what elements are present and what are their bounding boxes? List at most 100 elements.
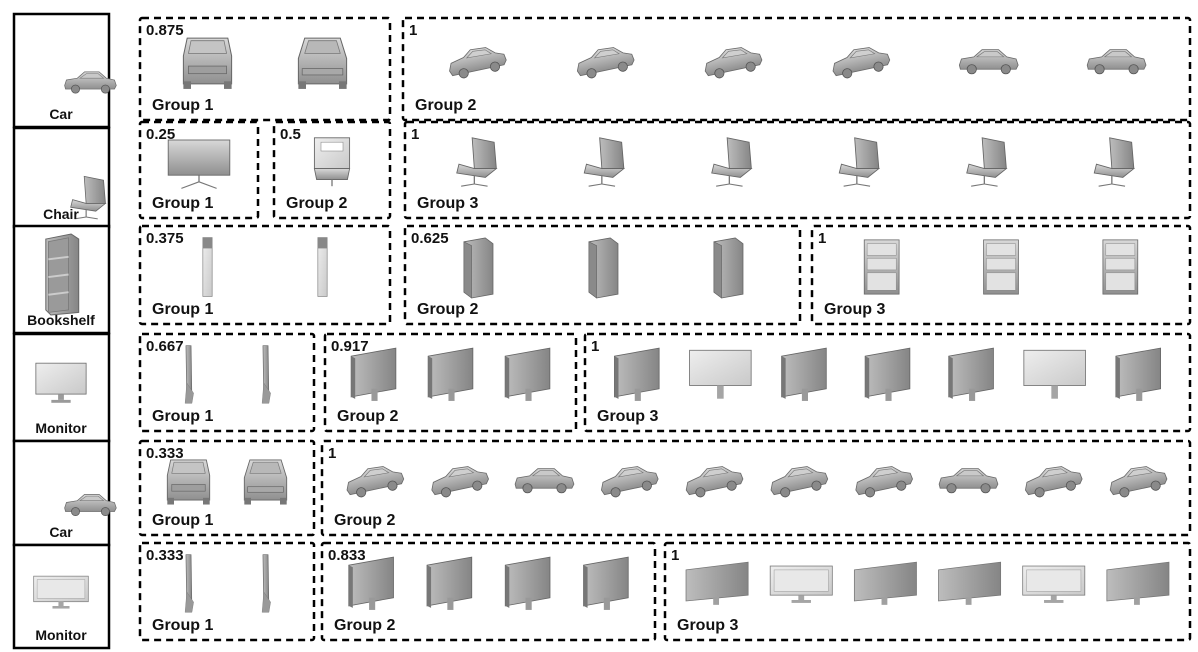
group-box: 1 Group 3 [810,224,1192,326]
group-box: 0.25Group 1 [138,120,260,220]
group-box: 0.5 Group 2 [272,120,392,220]
car-front-icon [182,37,233,90]
group-box: 1 Group 2 [401,16,1192,122]
chair-angle-icon [1093,137,1135,187]
group-box: 1 Group 3 [663,541,1192,642]
group-box: 0.875 Group 1 [138,16,392,122]
group-label: Group 2 [415,97,476,114]
group-label: Group 1 [152,97,213,114]
monitor-angle-icon [781,347,827,402]
monitor-front-icon [688,349,752,400]
shelf-front-icon [863,239,900,295]
car-side-angle-icon [597,461,661,501]
monitor-angle-icon [1115,347,1162,402]
car-side-angle-icon [682,461,746,501]
car-back-icon [243,459,288,506]
category-label: Monitor [35,627,87,643]
chair-back-icon [167,139,231,190]
monitor-angle-icon [864,347,911,402]
group-border [401,16,1192,122]
group-box: 0.625 Group 2 [403,224,802,326]
car-back-icon [297,37,348,90]
group-score: 0.917 [331,338,369,355]
group-box: 0.833 Group 2 [320,541,657,642]
car-side-icon [514,468,575,494]
group-score: 0.667 [146,338,184,355]
group-label: Group 1 [152,617,213,634]
category-label: Car [49,106,73,122]
row-2: Chair 0.25Group 1 0.5 Group 2 1 Group 3 [12,120,1192,229]
group-box: 0.333 Group 1 [138,439,316,537]
group-label: Group 1 [152,301,213,318]
monitor-edge-icon [261,344,272,405]
grouping-figure: Car0.875Group 11Group 2Chair0.25Group 10… [12,12,1192,650]
car-side-angle-icon [427,461,491,501]
group-label: Group 2 [334,617,395,634]
group-score: 1 [409,22,417,39]
bookshelf-icon [44,232,80,317]
category-label: Chair [43,206,79,222]
car-side-angle-icon [851,461,915,501]
monitor-wide-angle-icon [685,561,749,606]
car-side-icon [958,48,1019,75]
row-1: Car 0.875 Group 1 1 Group 2 [12,12,1192,129]
monitor-angle-icon [504,556,551,611]
group-box: 1 Group 2 [320,439,1192,537]
group-label: Group 3 [677,617,738,634]
row-4: Monitor 0.667 Group 1 0.917 Group 2 1 Group 3 [12,332,1192,443]
monitor-angle-icon [948,347,994,402]
monitor-wide-angle-icon [1106,561,1170,606]
shelf-back-icon [588,237,619,299]
group-label: Group 2 [337,408,398,425]
car-side-angle-icon [573,42,637,82]
group-score: 0.375 [146,230,184,247]
row-3: Bookshelf 0.375 Group 1 0.625 Group 2 1 Group … [12,224,1192,335]
group-box: 0.333 Group 1 [138,541,316,642]
category-label: Monitor [35,420,87,436]
monitor-wide-angle-icon [853,561,918,606]
monitor-angle-icon [582,556,629,611]
car-front-icon [166,459,211,506]
group-label: Group 2 [286,195,347,212]
group-score: 0.333 [146,547,184,564]
group-score: 1 [671,547,679,564]
group-score: 0.625 [411,230,449,247]
monitor-edge-icon [261,553,272,614]
shelf-front-icon [1102,239,1139,295]
group-label: Group 2 [417,301,478,318]
row-6: Monitor 0.333 Group 1 0.833 Group 2 1 Group 3 [12,541,1192,650]
chair-angle-icon [583,137,625,187]
group-score: 1 [591,338,599,355]
chair-angle-icon [966,137,1008,187]
group-box: 0.667 Group 1 [138,332,316,433]
row-5: Car 0.333 Group 1 1 Group 2 [12,439,1192,547]
shelf-edge-icon [202,236,213,298]
monitor-angle-icon [613,347,660,402]
group-score: 0.875 [146,22,184,39]
car-side-angle-icon [1106,461,1170,501]
group-score: 0.5 [280,126,301,143]
monitor-edge-icon [184,553,195,614]
car-side-icon [1086,48,1147,75]
group-score: 1 [328,445,336,462]
group-label: Group 3 [597,408,658,425]
group-score: 1 [411,126,419,143]
monitor-angle-icon [348,556,395,611]
group-score: 1 [818,230,826,247]
car-side-icon [938,468,999,494]
car-side-angle-icon [1021,461,1085,501]
group-label: Group 1 [152,512,213,529]
car-side-angle-icon [766,461,831,501]
shelf-back-icon [713,237,744,299]
group-score: 0.333 [146,445,184,462]
group-box: 1 Group 3 [403,120,1192,220]
car-side-angle-icon [828,42,893,82]
car-side-angle-icon [701,42,765,82]
group-box: 0.917 Group 2 [323,332,578,433]
group-border [403,120,1192,220]
chair-front-icon [313,137,351,187]
car-side-angle-icon [445,42,509,82]
group-label: Group 3 [824,301,885,318]
monitor-wide-icon [769,565,834,604]
category-label: Car [49,524,73,540]
